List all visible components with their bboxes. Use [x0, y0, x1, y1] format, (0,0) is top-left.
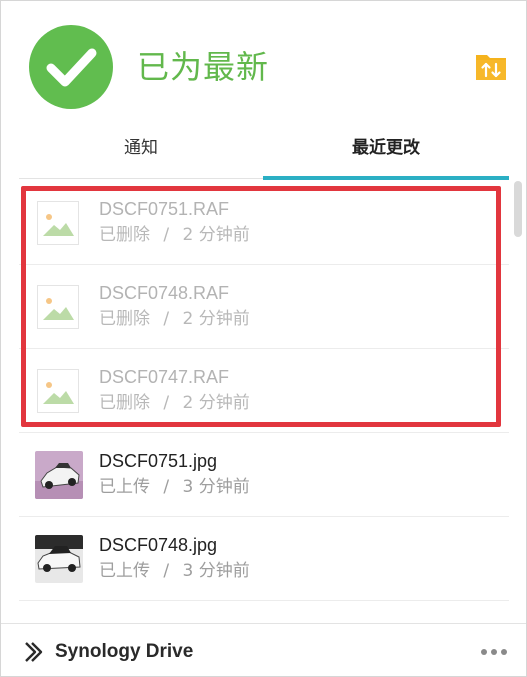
separator: / [163, 393, 170, 413]
file-name: DSCF0748.jpg [99, 535, 218, 555]
file-status: 已删除 / 2 分钟前 [99, 223, 250, 247]
scrollbar-thumb[interactable] [514, 181, 522, 237]
tab-recent-changes[interactable]: 最近更改 [263, 127, 509, 180]
car-photo-thumbnail [35, 451, 83, 499]
separator: / [163, 225, 170, 245]
status-text: 已删除 [99, 225, 150, 245]
tab-notifications[interactable]: 通知 [19, 127, 263, 179]
status-text: 已上传 [99, 477, 150, 497]
image-placeholder-icon [37, 285, 79, 329]
separator: / [163, 561, 170, 581]
file-name: DSCF0748.RAF [99, 283, 230, 303]
file-status: 已上传 / 3 分钟前 [99, 475, 250, 499]
file-status: 已删除 / 2 分钟前 [99, 307, 250, 331]
app-name: Synology Drive [55, 641, 194, 662]
file-name: DSCF0751.jpg [99, 451, 218, 471]
status-header: 已为最新 [1, 1, 526, 121]
scrollbar[interactable] [514, 181, 522, 621]
file-name: DSCF0747.RAF [99, 367, 230, 387]
synology-drive-window: 已为最新 通知 最近更改 DSCF0751.RAF 已删除 / 2 分钟前 DS… [0, 0, 527, 677]
image-placeholder-icon [37, 201, 79, 245]
file-status: 已删除 / 2 分钟前 [99, 391, 250, 415]
status-text: 已删除 [99, 309, 150, 329]
more-options-icon[interactable] [479, 644, 509, 660]
recent-changes-list[interactable]: DSCF0751.RAF 已删除 / 2 分钟前 DSCF0748.RAF 已删… [19, 181, 509, 621]
status-text: 已删除 [99, 393, 150, 413]
time-text: 2 分钟前 [182, 393, 250, 413]
footer: Synology Drive [1, 623, 526, 677]
car-photo-thumbnail [35, 535, 83, 583]
time-text: 3 分钟前 [182, 561, 250, 581]
up-to-date-check-icon [29, 25, 113, 109]
time-text: 2 分钟前 [182, 225, 250, 245]
status-text: 已上传 [99, 561, 150, 581]
status-title: 已为最新 [137, 48, 270, 86]
tab-label: 通知 [124, 138, 158, 158]
time-text: 3 分钟前 [182, 477, 250, 497]
list-item[interactable]: DSCF0747.RAF 已删除 / 2 分钟前 [19, 349, 509, 433]
list-item[interactable]: DSCF0751.jpg 已上传 / 3 分钟前 [19, 433, 509, 517]
list-item[interactable]: DSCF0751.RAF 已删除 / 2 分钟前 [19, 181, 509, 265]
file-status: 已上传 / 3 分钟前 [99, 559, 250, 583]
list-item[interactable]: DSCF0748.RAF 已删除 / 2 分钟前 [19, 265, 509, 349]
tab-label: 最近更改 [352, 138, 420, 158]
folder-sync-icon[interactable] [475, 51, 507, 81]
separator: / [163, 477, 170, 497]
separator: / [163, 309, 170, 329]
file-name: DSCF0751.RAF [99, 199, 230, 219]
active-tab-indicator [263, 176, 509, 180]
time-text: 2 分钟前 [182, 309, 250, 329]
image-placeholder-icon [37, 369, 79, 413]
synology-drive-logo-icon [25, 642, 43, 662]
list-item[interactable]: DSCF0748.jpg 已上传 / 3 分钟前 [19, 517, 509, 601]
tab-bar: 通知 最近更改 [19, 127, 509, 180]
